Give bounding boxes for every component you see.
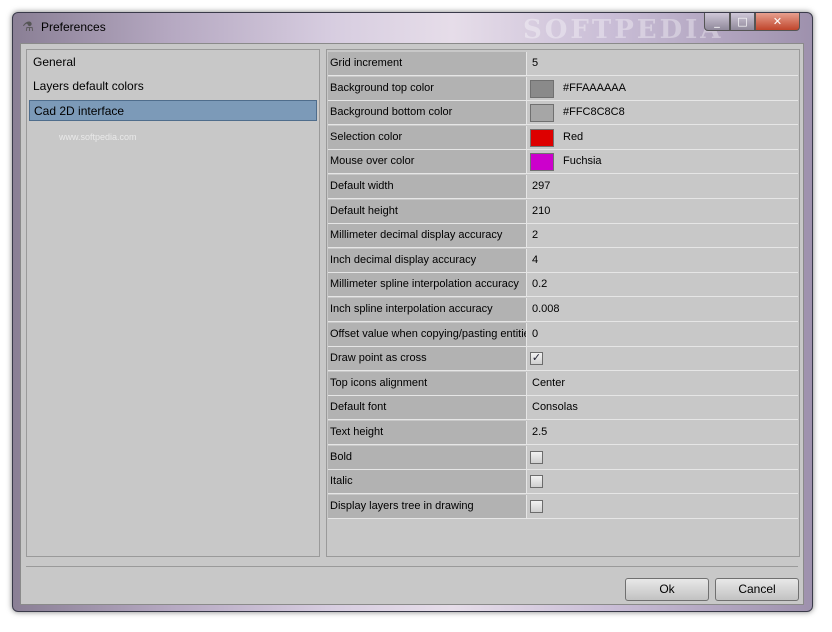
property-row[interactable]: Offset value when copying/pasting entiti… (328, 322, 798, 347)
property-row[interactable]: Display layers tree in drawing (328, 494, 798, 519)
property-color-value[interactable]: Red (528, 126, 798, 149)
property-label: Top icons alignment (328, 371, 527, 395)
property-label: Inch spline interpolation accuracy (328, 298, 527, 321)
nav-item-label: General (33, 55, 76, 69)
property-value[interactable]: 297 (528, 175, 798, 198)
property-row[interactable]: Default font Consolas (328, 396, 798, 421)
property-row[interactable]: Bold (328, 445, 798, 470)
nav-item-cad-2d-interface[interactable]: Cad 2D interface (29, 100, 317, 121)
property-label: Default height (328, 199, 527, 223)
dialog-client-area: General Layers default colors Cad 2D int… (20, 43, 804, 605)
property-value[interactable]: 0.2 (528, 273, 798, 296)
nav-item-label: Cad 2D interface (34, 104, 125, 118)
property-value[interactable]: Center (528, 372, 798, 395)
color-value-text: #FFC8C8C8 (563, 106, 625, 119)
close-button[interactable]: ✕ (755, 13, 800, 31)
property-color-value[interactable]: #FFAAAAAA (528, 77, 798, 100)
color-swatch[interactable] (530, 104, 554, 123)
property-value[interactable]: 0.008 (528, 298, 798, 321)
color-swatch[interactable] (530, 128, 554, 147)
property-label: Default font (328, 396, 527, 420)
property-label: Grid increment (328, 52, 527, 75)
nav-item-label: Layers default colors (33, 79, 144, 93)
property-label: Inch decimal display accuracy (328, 248, 527, 272)
property-label: Display layers tree in drawing (328, 494, 527, 518)
unchecked-checkbox[interactable] (530, 450, 543, 464)
property-row[interactable]: Background bottom color #FFC8C8C8 (328, 101, 798, 126)
maximize-button[interactable]: □ (730, 13, 755, 31)
property-checkbox-cell[interactable] (528, 495, 798, 518)
property-checkbox-cell[interactable] (528, 446, 798, 469)
window-title: Preferences (41, 20, 106, 34)
property-row[interactable]: Inch decimal display accuracy 4 (328, 248, 798, 273)
property-label: Bold (328, 445, 527, 469)
property-row[interactable]: Inch spline interpolation accuracy 0.008 (328, 298, 798, 322)
property-label: Mouse over color (328, 150, 527, 174)
property-label: Background top color (328, 76, 527, 100)
minimize-icon: _ (714, 15, 720, 28)
nav-item-general[interactable]: General (29, 52, 317, 73)
property-row[interactable]: Grid increment 5 (328, 52, 798, 76)
property-row[interactable]: Millimeter decimal display accuracy 2 (328, 224, 798, 249)
property-row[interactable]: Top icons alignment Center (328, 371, 798, 396)
maximize-icon: □ (737, 15, 748, 28)
property-grid: Grid increment 5 Background top color #FFAA… (326, 49, 800, 557)
property-label: Offset value when copying/pasting entiti… (328, 322, 527, 346)
minimize-button[interactable]: _ (704, 13, 730, 31)
property-label: Draw point as cross (328, 347, 527, 371)
unchecked-checkbox[interactable] (530, 499, 543, 513)
property-value[interactable]: 4 (528, 249, 798, 272)
checkmark-icon: ✓ (531, 352, 542, 365)
property-value[interactable]: 0 (528, 323, 798, 346)
property-label: Background bottom color (328, 101, 527, 125)
property-row[interactable]: Mouse over color Fuchsia (328, 150, 798, 175)
property-row[interactable]: Default height 210 (328, 199, 798, 224)
checked-checkbox[interactable]: ✓ (530, 352, 543, 366)
property-value[interactable]: 2.5 (528, 421, 798, 444)
color-swatch[interactable] (530, 79, 554, 98)
property-value[interactable]: 210 (528, 200, 798, 223)
property-label: Millimeter decimal display accuracy (328, 224, 527, 248)
title-bar[interactable]: ⚗ Preferences SOFTPEDIA _ □ ✕ (13, 13, 812, 45)
category-list: General Layers default colors Cad 2D int… (26, 49, 320, 557)
property-row[interactable]: Default width 297 (328, 175, 798, 199)
ok-button[interactable]: Ok (625, 578, 709, 601)
property-label: Default width (328, 175, 527, 198)
preferences-window: ⚗ Preferences SOFTPEDIA _ □ ✕ General La… (12, 12, 813, 612)
property-value[interactable]: Consolas (528, 396, 798, 419)
close-icon: ✕ (772, 15, 783, 28)
divider (26, 566, 798, 567)
color-value-text: Fuchsia (563, 155, 602, 168)
cancel-button[interactable]: Cancel (715, 578, 799, 601)
property-row[interactable]: Italic (328, 470, 798, 495)
nav-item-layers-default-colors[interactable]: Layers default colors (29, 76, 317, 97)
property-value[interactable]: 2 (528, 224, 798, 247)
property-row[interactable]: Millimeter spline interpolation accuracy… (328, 273, 798, 298)
property-color-value[interactable]: #FFC8C8C8 (528, 101, 798, 124)
watermark-url: www.softpedia.com (59, 132, 137, 142)
property-row[interactable]: Selection color Red (328, 125, 798, 150)
property-value[interactable]: 5 (528, 52, 798, 75)
property-label: Selection color (328, 125, 527, 149)
unchecked-checkbox[interactable] (530, 475, 543, 489)
color-value-text: #FFAAAAAA (563, 81, 626, 94)
property-checkbox-cell[interactable]: ✓ (528, 347, 798, 370)
property-row[interactable]: Draw point as cross ✓ (328, 347, 798, 372)
property-label: Millimeter spline interpolation accuracy (328, 273, 527, 297)
color-swatch[interactable] (530, 153, 554, 172)
color-value-text: Red (563, 130, 584, 143)
property-label: Text height (328, 421, 527, 444)
watermark-text: SOFTPEDIA (523, 15, 724, 45)
property-row[interactable]: Text height 2.5 (328, 421, 798, 445)
property-color-value[interactable]: Fuchsia (528, 150, 798, 173)
property-checkbox-cell[interactable] (528, 470, 798, 493)
property-row[interactable]: Background top color #FFAAAAAA (328, 76, 798, 101)
property-label: Italic (328, 470, 527, 494)
app-icon: ⚗ (22, 20, 34, 35)
